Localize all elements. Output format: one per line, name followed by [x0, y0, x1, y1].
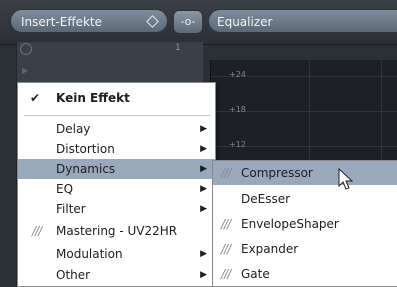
slot-number: 1 [175, 43, 181, 53]
menu-item-label: Mastering - UV22HR [56, 224, 178, 238]
plugin-hatch-icon: /// [221, 217, 231, 231]
insert-effects-selector[interactable]: Insert-Effekte [10, 9, 168, 33]
effects-menu: ✔ Kein Effekt Delay ▶ Distortion ▶ Dynam… [17, 82, 216, 287]
menu-item-filter[interactable]: Filter ▶ [18, 199, 215, 219]
diamond-icon[interactable] [146, 15, 159, 28]
expand-arrow-icon[interactable]: ▶ [22, 66, 28, 75]
submenu-item-label: Expander [241, 242, 299, 256]
submenu-item-expander[interactable]: /// Expander [213, 237, 397, 261]
plugin-hatch-icon: /// [221, 267, 231, 281]
submenu-arrow-icon: ▶ [200, 184, 207, 194]
submenu-item-compressor[interactable]: /// Compressor [213, 161, 397, 185]
mouse-cursor-icon [338, 168, 354, 190]
submenu-item-label: Compressor [241, 166, 313, 180]
submenu-arrow-icon: ▶ [200, 204, 207, 214]
menu-item-modulation[interactable]: Modulation ▶ [18, 244, 215, 264]
power-icon[interactable] [20, 43, 32, 55]
menu-item-label: Distortion [56, 142, 115, 156]
menu-item-dynamics[interactable]: Dynamics ▶ [18, 159, 215, 179]
plugin-name-field[interactable]: Equalizer [208, 9, 397, 33]
submenu-arrow-icon: ▶ [200, 124, 207, 134]
menu-item-delay[interactable]: Delay ▶ [18, 119, 215, 139]
plugin-name-label: Equalizer [217, 15, 273, 29]
menu-item-label: Delay [56, 122, 91, 136]
menu-separator [24, 115, 210, 116]
menu-item-eq[interactable]: EQ ▶ [18, 179, 215, 199]
dynamics-submenu: /// Compressor DeEsser /// EnvelopeShape… [212, 160, 397, 287]
y-axis-label: +12 [229, 140, 246, 149]
submenu-item-gate[interactable]: /// Gate [213, 262, 397, 286]
submenu-item-deesser[interactable]: DeEsser [213, 187, 397, 211]
menu-item-label: Other [56, 268, 91, 282]
submenu-arrow-icon: ▶ [200, 249, 207, 259]
menu-item-distortion[interactable]: Distortion ▶ [18, 139, 215, 159]
submenu-item-label: Gate [241, 267, 270, 281]
menu-item-mastering[interactable]: /// Mastering - UV22HR [18, 221, 215, 241]
plugin-hatch-icon: /// [32, 224, 42, 238]
submenu-item-label: EnvelopeShaper [241, 217, 339, 231]
menu-item-label: Modulation [56, 247, 123, 261]
submenu-arrow-icon: ▶ [200, 144, 207, 154]
menu-item-other[interactable]: Other ▶ [18, 265, 215, 285]
checkmark-icon: ✔ [30, 91, 41, 105]
link-icon[interactable]: -o- [173, 10, 203, 34]
insert-effects-header: Insert-Effekte -o- Equalizer [0, 0, 397, 45]
y-axis-label: +18 [229, 105, 246, 114]
menu-item-label: Kein Effekt [56, 91, 130, 105]
y-axis-label: +24 [229, 70, 246, 79]
submenu-arrow-icon: ▶ [200, 270, 207, 280]
menu-item-kein-effekt[interactable]: ✔ Kein Effekt [18, 88, 215, 108]
menu-item-label: Dynamics [56, 162, 116, 176]
submenu-item-envelopeshaper[interactable]: /// EnvelopeShaper [213, 212, 397, 236]
plugin-hatch-icon: /// [221, 242, 231, 256]
plugin-hatch-icon: /// [221, 166, 231, 180]
insert-effects-label: Insert-Effekte [21, 15, 103, 29]
menu-item-label: EQ [56, 182, 74, 196]
submenu-arrow-icon: ▶ [200, 164, 207, 174]
menu-item-label: Filter [56, 202, 86, 216]
submenu-item-label: DeEsser [241, 192, 291, 206]
